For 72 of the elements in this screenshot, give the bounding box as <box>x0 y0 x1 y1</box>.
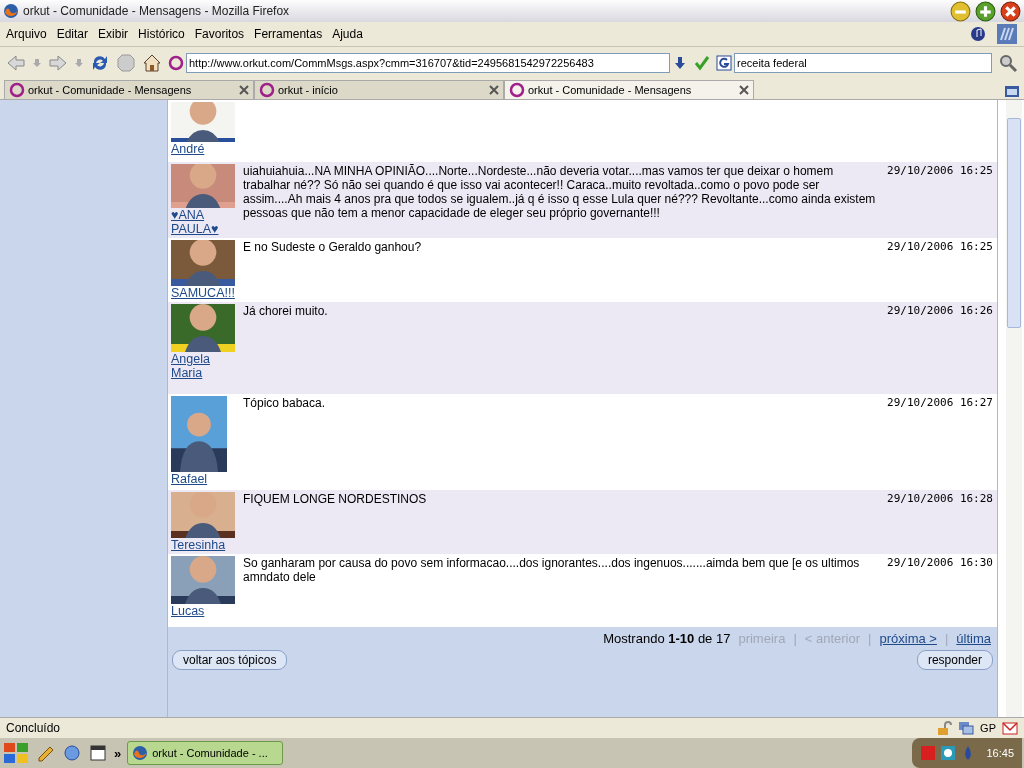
author-link[interactable]: Angela Maria <box>171 352 237 380</box>
address-field[interactable]: http://www.orkut.com/CommMsgs.aspx?cmm=316707&tid=2495681542972256483 <box>186 53 670 73</box>
author-link[interactable]: Lucas <box>171 604 237 618</box>
author-link[interactable]: ♥ANA PAULA♥ <box>171 208 237 236</box>
message-text: So ganharam por causa do povo sem informacao....dos ignorantes....dos ingenuos.......aimda bem que [e os ultimos amndato dele <box>243 556 861 586</box>
action-button[interactable]: responder <box>916 650 993 670</box>
page-link[interactable]: próxima > <box>879 631 937 646</box>
message-text: Já chorei muito. <box>243 304 329 320</box>
window-title: orkut - Comunidade - Mensagens - Mozilla Firefox <box>23 4 290 18</box>
close-icon[interactable] <box>739 85 749 95</box>
menu-item[interactable]: Exibir <box>98 27 129 41</box>
close-icon[interactable] <box>1000 0 1021 22</box>
close-icon[interactable] <box>489 85 499 95</box>
globe-icon[interactable] <box>62 743 82 763</box>
windows-icon <box>958 720 975 736</box>
browser-tab[interactable]: orkut - Comunidade - Mensagens <box>504 80 754 99</box>
menu-item[interactable]: Ferramentas <box>254 27 323 41</box>
ring-icon <box>168 55 184 71</box>
mail-icon <box>1002 720 1018 736</box>
down-arrow-icon[interactable] <box>672 55 688 71</box>
close-icon[interactable] <box>239 85 249 95</box>
menu-item[interactable]: Ajuda <box>332 27 363 41</box>
search-field[interactable]: receita federal <box>734 53 992 73</box>
status-indicator: GP <box>980 722 996 734</box>
post-time: 29/10/2006 16:25 <box>886 240 993 255</box>
taskbar-button[interactable]: orkut - Comunidade - ... <box>127 741 284 765</box>
throbber-icon <box>996 23 1018 45</box>
padlock-icon <box>936 720 953 736</box>
menu-item[interactable]: Favoritos <box>194 27 245 41</box>
post-time: 29/10/2006 16:25 <box>886 164 993 179</box>
calendar-icon[interactable] <box>88 743 108 763</box>
message-text: E no Sudeste o Geraldo ganhou? <box>243 240 423 256</box>
browser-tab[interactable]: orkut - início <box>254 80 504 99</box>
menu-item[interactable]: Arquivo <box>6 27 47 41</box>
separator: | <box>944 631 949 646</box>
search-engine-icon[interactable] <box>716 55 732 71</box>
status-text: Concluído <box>6 721 61 735</box>
scrollbar[interactable] <box>1006 100 1022 717</box>
tab-list-icon[interactable] <box>1004 83 1020 99</box>
author-link[interactable]: SAMUCA!!! <box>171 286 237 300</box>
menu-item[interactable]: Editar <box>56 27 89 41</box>
separator: | <box>793 631 797 646</box>
clock: 16:45 <box>986 747 1014 759</box>
post-time: 29/10/2006 16:30 <box>886 556 993 571</box>
separator: | <box>868 631 872 646</box>
maximize-icon[interactable] <box>975 0 996 22</box>
home-icon[interactable] <box>142 53 162 73</box>
message-text: Tópico babaca. <box>243 396 327 412</box>
results-summary: Mostrando 1-10 de 17 <box>603 631 731 646</box>
ring-icon <box>9 82 25 98</box>
firefox-icon <box>132 745 149 761</box>
action-button[interactable]: voltar aos tópicos <box>172 650 288 670</box>
minimize-icon[interactable] <box>950 0 971 22</box>
search-icon[interactable] <box>998 53 1018 73</box>
ring-icon <box>509 82 525 98</box>
author-link[interactable]: Rafael <box>171 472 237 486</box>
message-text: uiahuiahuia...NA MINHA OPINIÃO....Norte...Nordeste...não deveria votar....mas vamos ter que deixar o homem trabalhar né?? Só não sei quando é que isso vai acontecer!! Caraca..muito revoltada..como o povo pode ser assim....Ah mais 4 anos pra que todos se igualem..já q é isso q esse Lula quer né??? Revoltante...como ainda existem pessoas que não tem a menor capacidade de eleger seu próprio governante!!! <box>243 164 877 222</box>
author-link[interactable]: André <box>171 142 237 156</box>
message-text: FIQUEM LONGE NORDESTINOS <box>243 492 428 508</box>
menu-item[interactable]: Histórico <box>138 27 185 41</box>
post-time: 29/10/2006 16:26 <box>886 304 993 319</box>
check-icon[interactable] <box>694 55 710 71</box>
post-time: 29/10/2006 16:27 <box>886 396 993 411</box>
firefox-icon <box>3 3 19 19</box>
browser-tab[interactable]: orkut - Comunidade - Mensagens <box>4 80 254 99</box>
start-icon[interactable] <box>2 741 30 765</box>
author-link[interactable]: Teresinha <box>171 538 237 552</box>
more-chevron[interactable]: » <box>114 745 122 761</box>
post-time: 29/10/2006 16:28 <box>886 492 993 507</box>
reload-icon[interactable] <box>90 53 110 73</box>
page-link[interactable]: última <box>956 631 991 646</box>
ring-icon <box>259 82 275 98</box>
